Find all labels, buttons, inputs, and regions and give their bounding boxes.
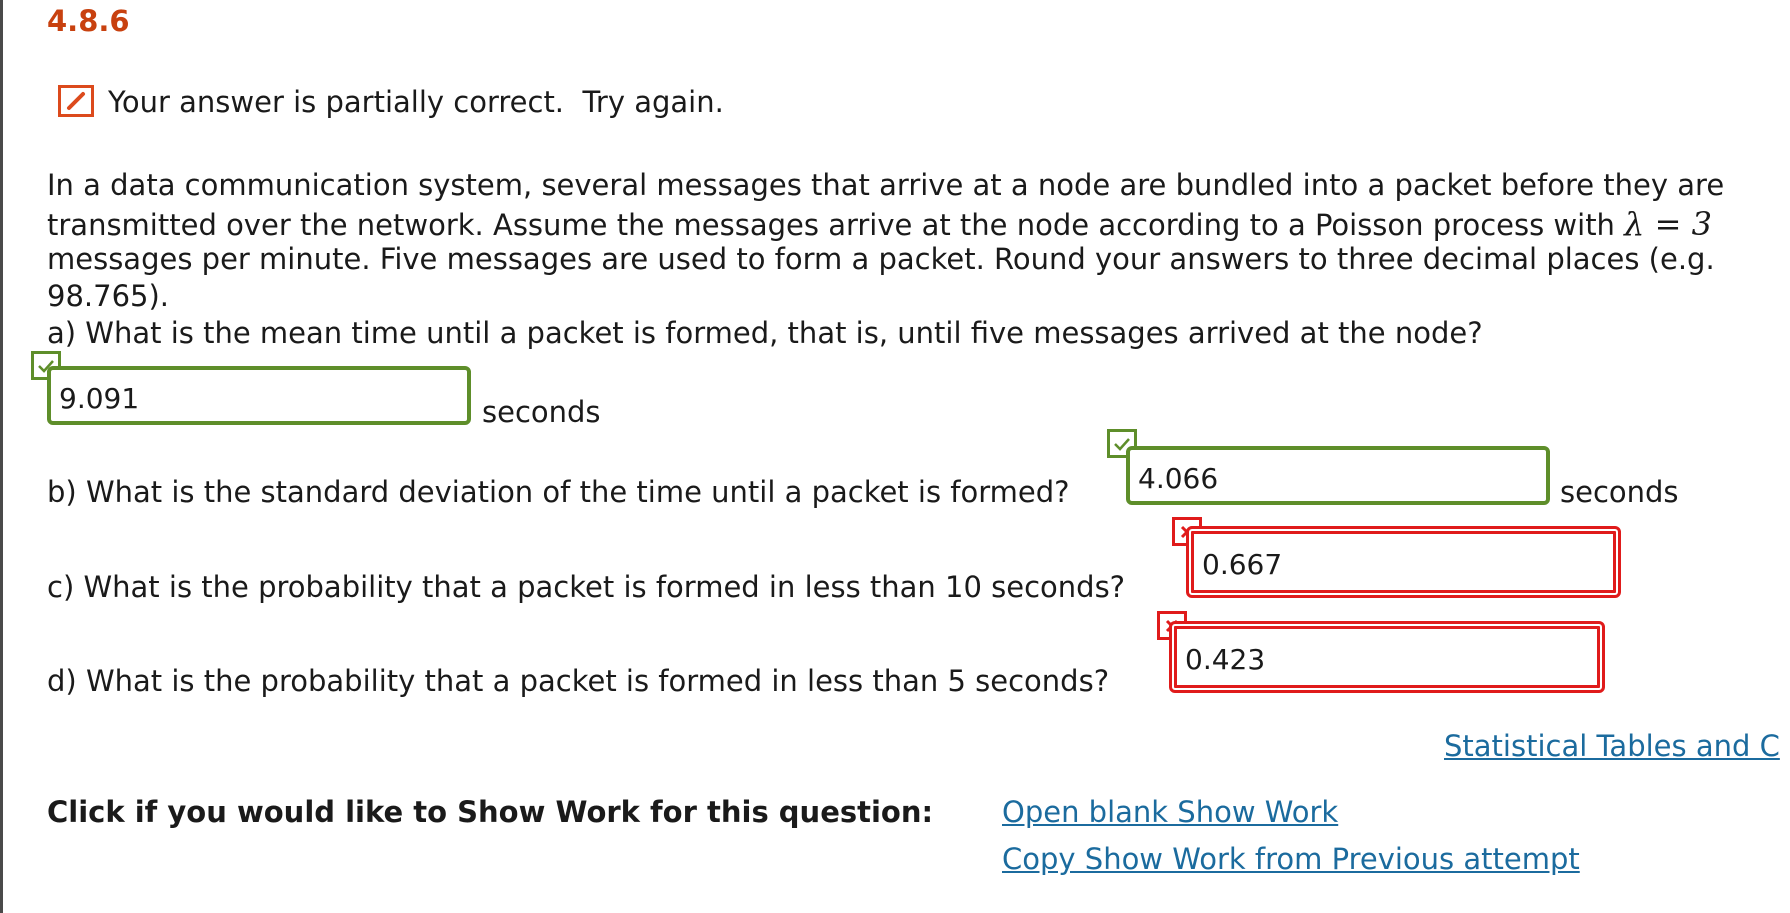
problem-line-2: transmitted over the network. Assume the… [47, 205, 1712, 243]
part-c-label: c) What is the probability that a packet… [47, 570, 1126, 604]
part-a-unit: seconds [482, 395, 601, 429]
part-c-answer-input[interactable] [1186, 526, 1621, 598]
part-a-answer-input[interactable] [47, 366, 471, 425]
part-a-label: a) What is the mean time until a packet … [47, 316, 1483, 350]
question-number: 4.8.6 [47, 4, 130, 38]
problem-line-1: In a data communication system, several … [47, 168, 1725, 202]
partially-correct-icon [58, 85, 94, 117]
part-d-label: d) What is the probability that a packet… [47, 664, 1110, 698]
feedback-message: Your answer is partially correct. Try ag… [108, 85, 724, 119]
part-d-answer-input[interactable] [1169, 621, 1605, 693]
statistical-tables-link[interactable]: Statistical Tables and C [1444, 729, 1780, 763]
problem-line-4: 98.765). [47, 279, 170, 313]
lambda-math: λ = 3 [1624, 205, 1712, 243]
open-blank-show-work-link[interactable]: Open blank Show Work [1002, 795, 1338, 829]
problem-line-2-text: transmitted over the network. Assume the… [47, 208, 1625, 242]
part-b-answer-input[interactable] [1126, 446, 1550, 505]
copy-show-work-link[interactable]: Copy Show Work from Previous attempt [1002, 842, 1580, 876]
part-b-label: b) What is the standard deviation of the… [47, 475, 1070, 509]
show-work-label: Click if you would like to Show Work for… [47, 795, 934, 829]
part-b-unit: seconds [1560, 475, 1679, 509]
problem-line-3: messages per minute. Five messages are u… [47, 242, 1715, 276]
left-border [0, 0, 3, 913]
